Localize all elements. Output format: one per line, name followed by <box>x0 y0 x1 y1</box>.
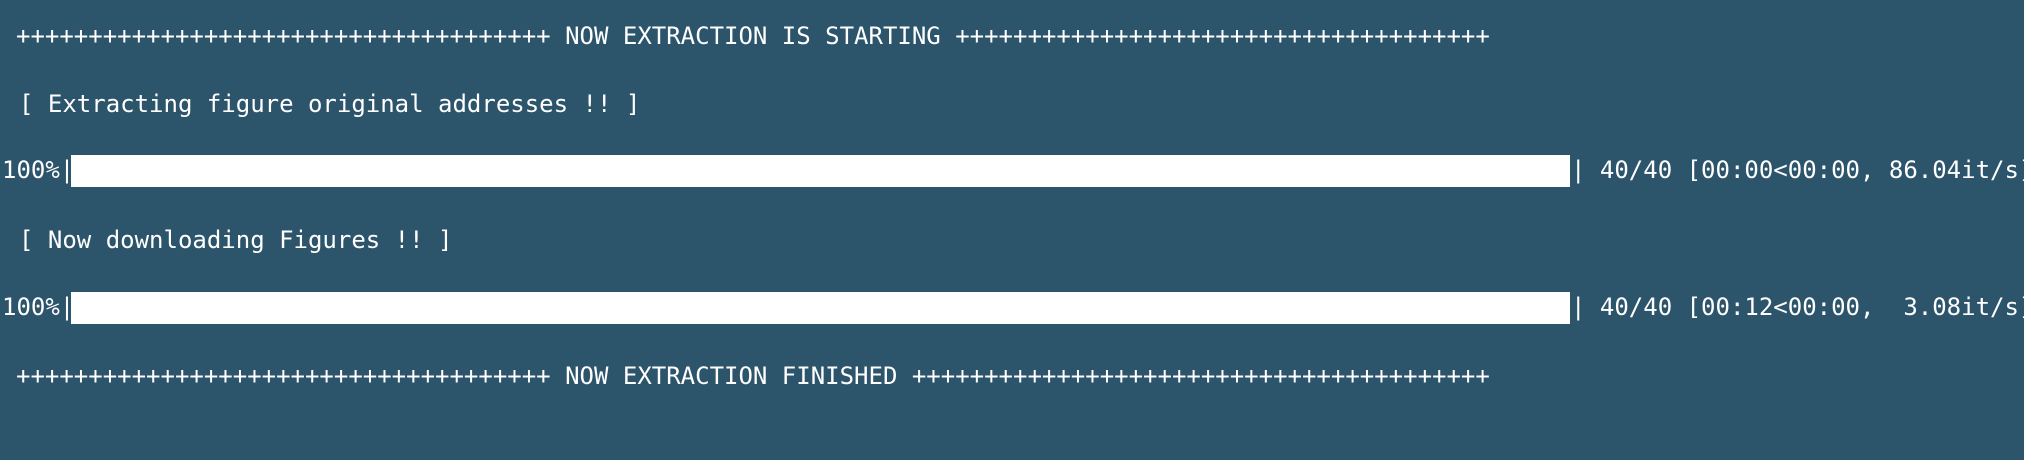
progress-track <box>71 155 1570 187</box>
progress-stats: | 40/40 [00:00<00:00, 86.04it/s] <box>1571 156 2024 184</box>
progress-track <box>71 292 1570 324</box>
terminal-output: +++++++++++++++++++++++++++++++++++++ NO… <box>0 0 2024 406</box>
progress-percent: 100%| <box>2 293 75 321</box>
start-banner: +++++++++++++++++++++++++++++++++++++ NO… <box>16 22 1490 50</box>
step1-message: [ Extracting figure original addresses !… <box>19 90 641 118</box>
progress-fill <box>71 155 1570 187</box>
progress-percent: 100%| <box>2 156 75 184</box>
progress-stats: | 40/40 [00:12<00:00, 3.08it/s] <box>1571 293 2024 321</box>
progress-bar-download: 100%| | 40/40 [00:12<00:00, 3.08it/s] <box>0 290 2024 324</box>
progress-fill <box>71 292 1570 324</box>
end-banner: +++++++++++++++++++++++++++++++++++++ NO… <box>16 362 1490 390</box>
step2-message: [ Now downloading Figures !! ] <box>19 226 453 254</box>
progress-bar-extract: 100%| | 40/40 [00:00<00:00, 86.04it/s] <box>0 153 2024 187</box>
